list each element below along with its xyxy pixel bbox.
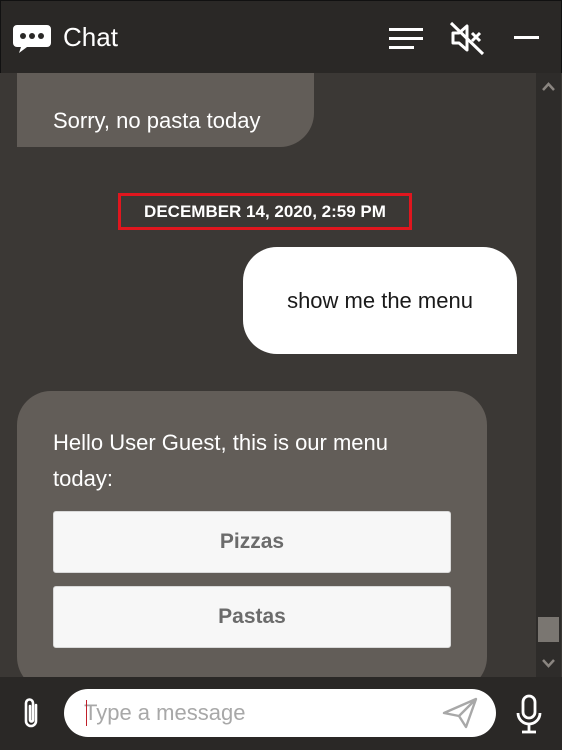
audio-toggle-button[interactable] xyxy=(447,19,487,57)
scrollbar[interactable] xyxy=(536,73,561,677)
microphone-icon[interactable] xyxy=(512,693,546,735)
minimize-icon xyxy=(514,36,539,39)
chat-header: Chat xyxy=(0,0,562,73)
message-input-container xyxy=(64,689,496,737)
bot-message-text: Sorry, no pasta today xyxy=(53,108,261,133)
composer-bar xyxy=(0,677,562,750)
message-input[interactable] xyxy=(84,697,424,729)
bot-message: Hello User Guest, this is our menu today… xyxy=(17,391,487,677)
bot-message-text: Hello User Guest, this is our menu today… xyxy=(53,430,389,491)
bot-message: Sorry, no pasta today xyxy=(17,73,314,147)
paperclip-icon[interactable] xyxy=(14,695,48,733)
send-icon[interactable] xyxy=(440,696,480,730)
chat-widget: Chat Sorry, no pasta today DECEMBER 14, … xyxy=(0,0,562,750)
scroll-up-arrow-icon[interactable] xyxy=(536,77,561,97)
speaker-muted-icon xyxy=(449,21,485,56)
user-message-text: show me the menu xyxy=(287,287,473,313)
text-cursor xyxy=(86,700,87,726)
user-message: show me the menu xyxy=(243,247,517,354)
scroll-down-arrow-icon[interactable] xyxy=(536,653,561,673)
chat-bubble-icon xyxy=(13,25,51,53)
minimize-button[interactable] xyxy=(507,19,547,57)
menu-choice-pizzas-button[interactable]: Pizzas xyxy=(53,511,451,573)
menu-choice-pastas-button[interactable]: Pastas xyxy=(53,586,451,648)
hamburger-menu-icon xyxy=(389,28,423,49)
message-timestamp: DECEMBER 14, 2020, 2:59 PM xyxy=(118,193,412,230)
scrollbar-thumb[interactable] xyxy=(538,617,559,642)
chat-title: Chat xyxy=(63,22,118,52)
conversation-area: Sorry, no pasta today DECEMBER 14, 2020,… xyxy=(0,73,536,677)
menu-button[interactable] xyxy=(386,19,426,57)
